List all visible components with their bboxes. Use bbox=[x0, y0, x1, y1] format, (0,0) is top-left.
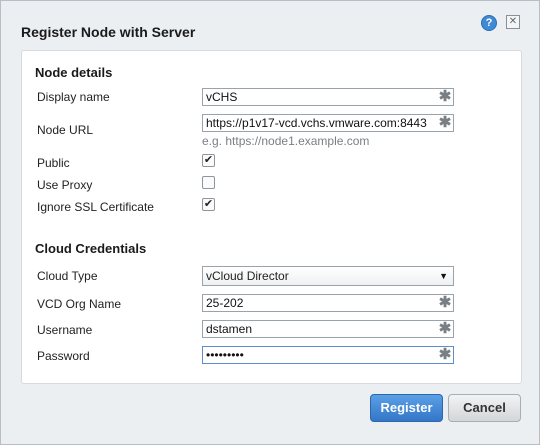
ignore-ssl-checkbox[interactable]: ✔ bbox=[202, 198, 215, 211]
password-field[interactable]: ••••••••• bbox=[202, 346, 454, 364]
use-proxy-label: Use Proxy bbox=[37, 178, 93, 192]
register-node-dialog: Register Node with Server ? ✕ Node detai… bbox=[0, 0, 540, 445]
chevron-down-icon: ▼ bbox=[439, 271, 448, 281]
node-url-label: Node URL bbox=[37, 123, 94, 137]
ignore-ssl-label: Ignore SSL Certificate bbox=[37, 200, 154, 214]
username-field[interactable]: dstamen bbox=[202, 320, 454, 338]
close-icon[interactable]: ✕ bbox=[506, 15, 520, 29]
node-url-hint: e.g. https://node1.example.com bbox=[202, 134, 370, 148]
display-name-field[interactable]: vCHS bbox=[202, 88, 454, 106]
cloud-type-label: Cloud Type bbox=[37, 269, 98, 283]
username-label: Username bbox=[37, 323, 93, 337]
required-icon: ✱ bbox=[438, 88, 452, 105]
required-icon: ✱ bbox=[438, 294, 452, 311]
cloud-type-value: vCloud Director bbox=[206, 269, 289, 283]
public-label: Public bbox=[37, 156, 70, 170]
org-name-field[interactable]: 25-202 bbox=[202, 294, 454, 312]
password-label: Password bbox=[37, 349, 90, 363]
use-proxy-checkbox[interactable] bbox=[202, 176, 215, 189]
cloud-type-select[interactable]: vCloud Director ▼ bbox=[202, 266, 454, 286]
cloud-credentials-heading: Cloud Credentials bbox=[35, 241, 147, 256]
node-details-heading: Node details bbox=[35, 65, 113, 80]
required-icon: ✱ bbox=[438, 346, 452, 363]
org-name-label: VCD Org Name bbox=[37, 297, 122, 311]
required-icon: ✱ bbox=[438, 320, 452, 337]
node-url-field[interactable]: https://p1v17-vcd.vchs.vmware.com:8443 bbox=[202, 114, 454, 132]
dialog-title: Register Node with Server bbox=[21, 24, 196, 40]
required-icon: ✱ bbox=[438, 114, 452, 131]
register-button[interactable]: Register bbox=[370, 394, 443, 422]
form-panel: Node details Display name vCHS ✱ Node UR… bbox=[21, 50, 522, 384]
display-name-label: Display name bbox=[37, 90, 110, 104]
public-checkbox[interactable]: ✔ bbox=[202, 154, 215, 167]
help-icon[interactable]: ? bbox=[481, 15, 497, 31]
cancel-button[interactable]: Cancel bbox=[448, 394, 521, 422]
